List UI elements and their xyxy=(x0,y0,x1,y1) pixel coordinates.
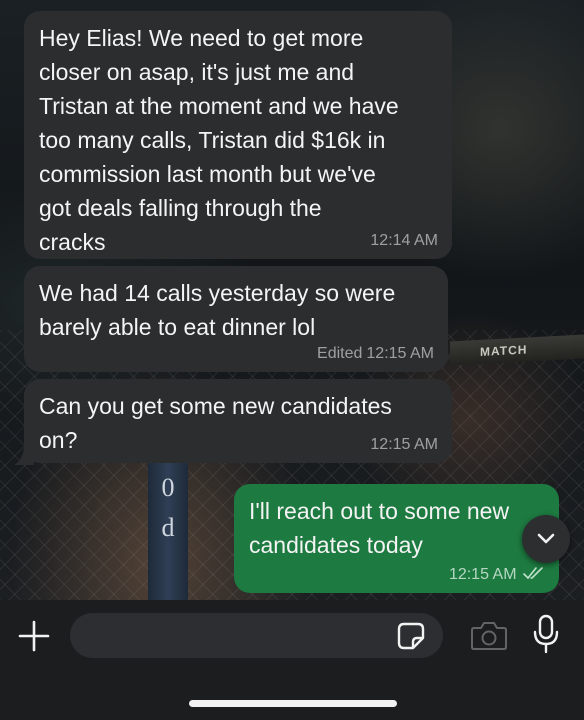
chevron-down-icon xyxy=(537,533,555,544)
bubble-tail xyxy=(14,445,34,465)
message-bubble-incoming[interactable]: Can you get some new candidates on? 12:1… xyxy=(24,379,452,463)
microphone-icon[interactable] xyxy=(533,614,559,654)
message-text: We had 14 calls yesterday so were barely… xyxy=(39,280,396,340)
message-timestamp: 12:15 AM xyxy=(449,565,545,585)
double-check-icon xyxy=(523,567,543,580)
message-bubble-incoming[interactable]: We had 14 calls yesterday so were barely… xyxy=(24,266,448,372)
edited-label: Edited xyxy=(317,345,363,362)
message-timestamp: 12:15 AM xyxy=(370,436,438,453)
message-timestamp: Edited 12:15 AM xyxy=(317,345,434,362)
wallpaper-pole: 0 d xyxy=(148,462,188,600)
message-input[interactable] xyxy=(70,613,443,658)
home-indicator[interactable] xyxy=(189,700,397,707)
message-text: Hey Elias! We need to get more closer on… xyxy=(39,25,399,255)
message-bubble-incoming[interactable]: Hey Elias! We need to get more closer on… xyxy=(24,11,452,259)
plus-icon[interactable] xyxy=(17,619,51,653)
message-bubble-outgoing[interactable]: I'll reach out to some new candidates to… xyxy=(234,484,559,593)
message-timestamp: 12:14 AM xyxy=(370,232,438,249)
message-text: I'll reach out to some new candidates to… xyxy=(249,498,510,558)
sticker-icon[interactable] xyxy=(396,621,426,651)
scroll-to-bottom-button[interactable] xyxy=(522,515,570,563)
camera-icon[interactable] xyxy=(470,620,508,652)
